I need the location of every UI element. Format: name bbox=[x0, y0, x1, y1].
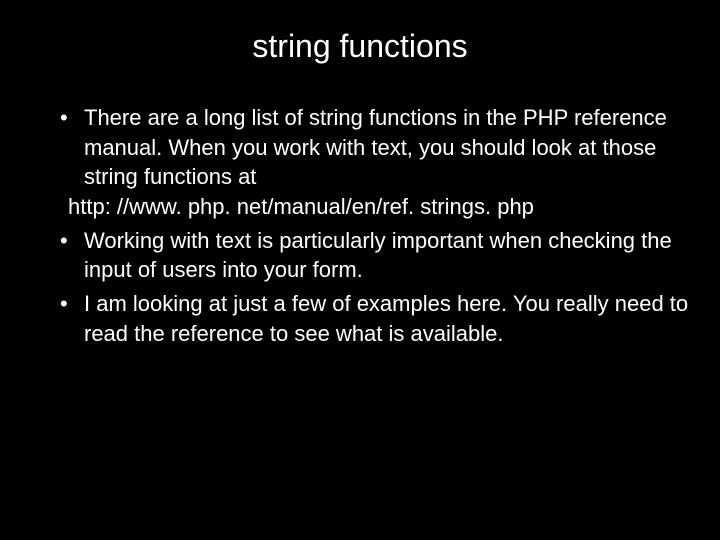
list-item: Working with text is particularly import… bbox=[60, 226, 690, 285]
slide-title: string functions bbox=[30, 28, 690, 65]
bullet-text: There are a long list of string function… bbox=[84, 105, 667, 189]
slide: string functions There are a long list o… bbox=[0, 0, 720, 540]
list-item: I am looking at just a few of examples h… bbox=[60, 289, 690, 348]
list-item: There are a long list of string function… bbox=[60, 103, 690, 222]
bullet-subtext: http: //www. php. net/manual/en/ref. str… bbox=[64, 192, 690, 222]
bullet-list: There are a long list of string function… bbox=[30, 103, 690, 349]
bullet-text: Working with text is particularly import… bbox=[84, 228, 672, 283]
bullet-text: I am looking at just a few of examples h… bbox=[84, 291, 688, 346]
